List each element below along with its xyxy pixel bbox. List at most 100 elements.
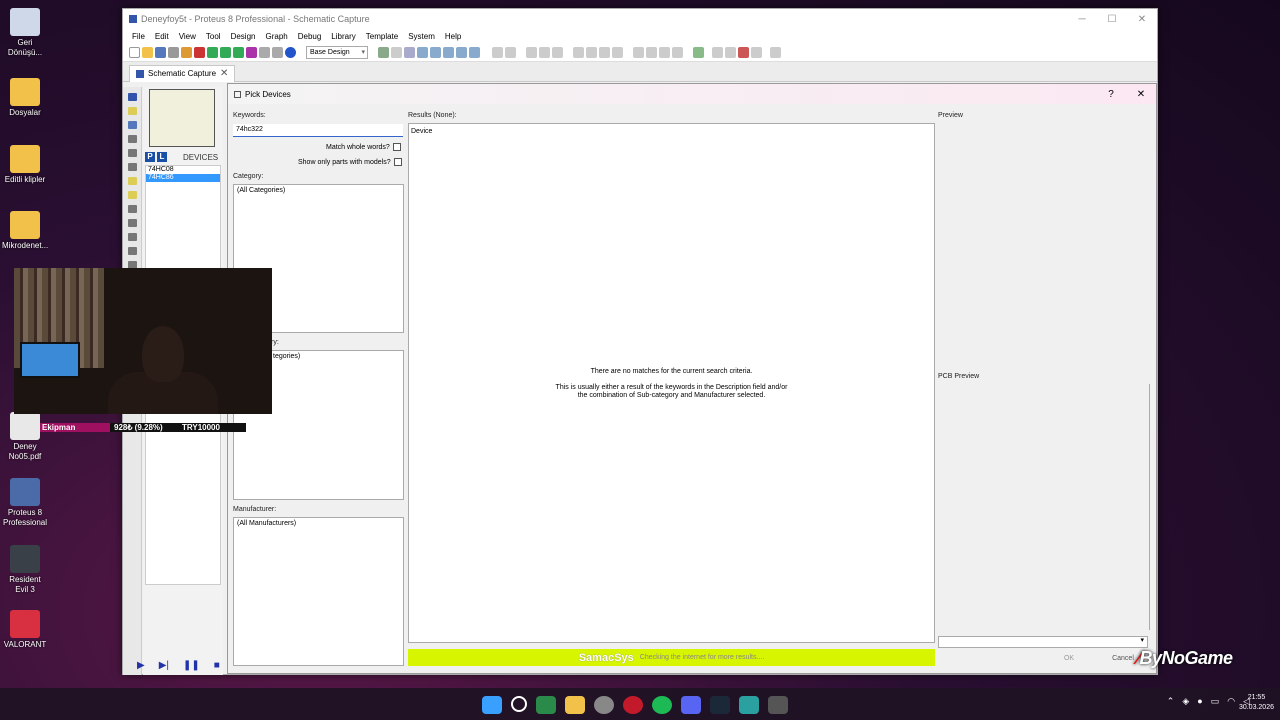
bus-icon[interactable] (128, 163, 137, 171)
results-table[interactable]: Device There are no matches for the curr… (408, 123, 935, 643)
discord-icon[interactable] (681, 696, 701, 714)
wire-label-icon[interactable] (128, 135, 137, 143)
stop-icon[interactable]: ■ (214, 660, 220, 671)
origin-icon[interactable] (404, 47, 415, 58)
refresh-icon[interactable] (378, 47, 389, 58)
resident-evil-icon[interactable]: Resident Evil 3 (2, 545, 48, 595)
help-icon[interactable] (285, 47, 296, 58)
subcircuit-icon[interactable] (128, 177, 137, 185)
open-folder-icon[interactable] (142, 47, 153, 58)
start-menu-icon[interactable] (482, 696, 502, 714)
maximize-button[interactable]: ☐ (1097, 14, 1127, 25)
undo-icon[interactable] (492, 47, 503, 58)
text-script-icon[interactable] (128, 149, 137, 157)
3d-view-icon[interactable] (220, 47, 231, 58)
microphone-icon[interactable]: ● (1197, 696, 1202, 707)
make-device-icon[interactable] (646, 47, 657, 58)
subcategory-item-all[interactable]: tegories) (273, 353, 300, 360)
opera-icon[interactable] (623, 696, 643, 714)
cut-icon[interactable] (526, 47, 537, 58)
window-titlebar[interactable]: Deneyfoy5t - Proteus 8 Professional - Sc… (123, 9, 1157, 29)
zoom-out-icon[interactable] (443, 47, 454, 58)
menu-file[interactable]: File (127, 32, 150, 41)
match-whole-words-checkbox[interactable]: Match whole words? (326, 143, 401, 151)
file-explorer-icon[interactable] (565, 696, 585, 714)
menu-design[interactable]: Design (226, 32, 261, 41)
device-item[interactable]: 74HC08 (146, 166, 220, 174)
menu-debug[interactable]: Debug (293, 32, 327, 41)
menu-template[interactable]: Template (361, 32, 403, 41)
block-move-icon[interactable] (586, 47, 597, 58)
step-icon[interactable]: ▶| (159, 660, 169, 671)
package-tool-icon[interactable] (659, 47, 670, 58)
menu-help[interactable]: Help (440, 32, 466, 41)
spotify-icon[interactable] (652, 696, 672, 714)
folder-mikrodenet-icon[interactable]: Mikrodenet... (2, 211, 48, 251)
home-icon[interactable] (181, 47, 192, 58)
taskbar-clock[interactable]: 21:55 30.03.2026 (1239, 693, 1274, 713)
generator-icon[interactable] (128, 247, 137, 255)
menu-system[interactable]: System (403, 32, 440, 41)
checkbox-box[interactable] (393, 158, 402, 166)
manufacturer-item-all[interactable]: (All Manufacturers) (237, 520, 296, 527)
overview-window[interactable] (149, 89, 215, 147)
wire-autorouter-icon[interactable] (693, 47, 704, 58)
only-models-checkbox[interactable]: Show only parts with models? (298, 158, 402, 166)
samacsys-banner[interactable]: SamacSys Checking the internet for more … (408, 649, 935, 666)
save-icon[interactable] (155, 47, 166, 58)
menu-library[interactable]: Library (326, 32, 360, 41)
tape-recorder-icon[interactable] (128, 233, 137, 241)
zoom-in-icon[interactable] (430, 47, 441, 58)
folder-editli-klipler-icon[interactable]: Editli klipler (2, 145, 48, 185)
minimize-button[interactable]: ─ (1067, 14, 1097, 25)
netlist-to-ares-icon[interactable] (751, 47, 762, 58)
paste-icon[interactable] (552, 47, 563, 58)
keywords-input[interactable]: 74hc322 (233, 124, 403, 137)
gerber-icon[interactable] (233, 47, 244, 58)
design-select[interactable]: Base Design (306, 46, 368, 59)
tab-schematic-capture[interactable]: Schematic Capture ✕ (129, 65, 236, 82)
grid-icon[interactable] (391, 47, 402, 58)
close-button[interactable]: ✕ (1127, 14, 1157, 25)
zoom-area-icon[interactable] (469, 47, 480, 58)
new-file-icon[interactable] (129, 47, 140, 58)
category-item-all[interactable]: (All Categories) (237, 187, 285, 194)
bom-icon[interactable] (246, 47, 257, 58)
netlist-icon[interactable] (272, 47, 283, 58)
block-copy-icon[interactable] (573, 47, 584, 58)
pause-icon[interactable]: ❚❚ (183, 660, 200, 671)
chrome-icon[interactable] (594, 696, 614, 714)
block-delete-icon[interactable] (612, 47, 623, 58)
dialog-close-button[interactable]: ✕ (1126, 89, 1156, 100)
game-app-icon[interactable] (768, 696, 788, 714)
ok-button[interactable]: OK (1046, 652, 1092, 666)
graph-icon[interactable] (128, 219, 137, 227)
wifi-icon[interactable]: ◠ (1227, 696, 1235, 707)
valorant-icon[interactable]: VALORANT (2, 610, 48, 650)
folder-dosyalar-icon[interactable]: Dosyalar (2, 78, 48, 118)
block-rotate-icon[interactable] (599, 47, 610, 58)
vpn-icon[interactable] (739, 696, 759, 714)
dialog-help-button[interactable]: ? (1096, 89, 1126, 100)
terminal-icon[interactable] (128, 191, 137, 199)
network-icon[interactable]: ◈ (1182, 696, 1189, 707)
chevron-up-icon[interactable]: ⌃ (1167, 696, 1175, 707)
copy-icon[interactable] (539, 47, 550, 58)
manufacturer-list[interactable]: (All Manufacturers) (233, 517, 404, 666)
junction-icon[interactable] (128, 121, 137, 129)
menu-tool[interactable]: Tool (201, 32, 226, 41)
import-icon[interactable] (168, 47, 179, 58)
search-icon[interactable] (511, 696, 527, 712)
report-icon[interactable] (770, 47, 781, 58)
component-mode-icon[interactable] (128, 107, 137, 115)
recycle-bin-icon[interactable]: Geri Dönüşü... (2, 8, 48, 58)
menu-graph[interactable]: Graph (260, 32, 292, 41)
search-tag-icon[interactable] (712, 47, 723, 58)
pan-icon[interactable] (417, 47, 428, 58)
pick-from-library-button[interactable]: P (145, 152, 155, 162)
proteus-app-icon[interactable]: Proteus 8 Professional (2, 478, 48, 528)
zoom-all-icon[interactable] (456, 47, 467, 58)
display-icon[interactable]: ▭ (1211, 696, 1220, 707)
pin-icon[interactable] (128, 205, 137, 213)
pdf-file-icon[interactable]: Deney No05.pdf (2, 412, 48, 462)
